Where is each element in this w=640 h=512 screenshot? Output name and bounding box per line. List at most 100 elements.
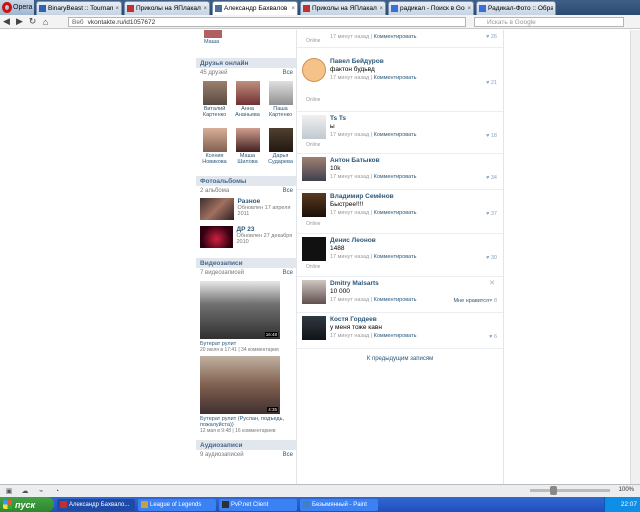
comment-link[interactable]: Комментировать [374,174,417,180]
windows-logo-icon [3,500,12,509]
friend-item[interactable]: Маша Шилова [231,125,264,172]
close-icon[interactable]: × [379,6,383,12]
all-link[interactable]: Все [283,188,293,194]
reload-icon[interactable]: ↻ [26,16,39,28]
tab-binarybeast[interactable]: BinaryBeast :: Tourname... × [36,1,122,15]
like-count[interactable]: ♥ 6 [489,334,497,340]
post-time: 17 минут назад [330,210,370,216]
friend-item[interactable]: Анна Ананьева [231,78,264,125]
home-icon[interactable]: ⌂ [39,16,52,28]
videos-header[interactable]: Видеозаписи [196,258,296,268]
search-input[interactable]: Искать в Google [474,17,624,27]
comment-link[interactable]: Комментировать [374,297,417,303]
all-link[interactable]: Все [283,270,293,276]
turbo-icon[interactable]: ⌁ [36,487,46,495]
post-author[interactable]: Dmitry Malsarts [330,280,499,288]
photo-albums-header[interactable]: Фотоальбомы [196,176,296,186]
tab-title: радикал - Поиск в Google [400,5,465,12]
like-count[interactable]: ♥ 26 [486,34,497,40]
comment-link[interactable]: Комментировать [374,34,417,40]
close-icon[interactable]: × [115,6,119,12]
post-author[interactable]: Костя Гордеев [330,316,499,324]
close-icon[interactable]: × [203,6,207,12]
video-thumbnail[interactable]: 4:35 [200,356,280,414]
all-link[interactable]: Все [283,452,293,458]
avatar[interactable] [302,237,326,261]
zoom-value[interactable]: 100% [619,487,634,493]
post-author[interactable]: Денис Леонов [330,237,499,245]
opera-menu-button[interactable]: Opera [0,0,34,15]
like-count[interactable]: ♥ 8 [489,298,497,304]
video-item[interactable]: 4:35 Бутерат рулит (Руслан, подъедь, пож… [196,356,296,434]
video-item[interactable]: 16:48 Бутерат рулит 20 июля в 17:41 | 34… [196,281,296,353]
comment-link[interactable]: Комментировать [374,75,417,81]
post-author[interactable]: Ts Ts [330,115,499,123]
friend-item[interactable]: Паша Картенко [264,78,297,125]
video-title[interactable]: Бутерат рулит (Руслан, подъедь, пожалуйс… [200,416,296,428]
like-count[interactable]: ♥ 34 [486,175,497,181]
taskbar-item-opera[interactable]: Александр Бахвало... [57,498,135,511]
taskbar-item-paint[interactable]: Безымянный - Paint [300,498,378,511]
friend-item[interactable]: Виталий Картенко [198,78,231,125]
avatar[interactable] [302,58,326,82]
like-count-value: 26 [490,34,497,40]
album-item[interactable]: Разное Обновлен 17 апреля 2011 [196,198,296,224]
panel-toggle-icon[interactable]: ▣ [4,487,14,495]
friend-item[interactable]: Дарья Сударева [264,125,297,172]
avatar[interactable] [302,280,326,304]
post-text: 10k [330,165,341,172]
speed-dial-icon[interactable]: ◔ [52,487,62,495]
avatar[interactable] [302,316,326,340]
post-time: 17 минут назад [330,333,370,339]
page-scrollbar[interactable] [630,30,640,484]
comment-link[interactable]: Комментировать [374,254,417,260]
tab-vkontakte[interactable]: Александр Бахвалов × [212,1,298,15]
online-status: Online [306,97,321,103]
like-count[interactable]: ♥ 18 [486,133,497,139]
previous-posts-link[interactable]: К предыдущим записям [297,356,503,362]
address-url: vkontakte.ru/id1057672 [87,18,156,26]
friend-top[interactable]: Маша [196,30,296,48]
tab-google-search[interactable]: радикал - Поиск в Google × [388,1,474,15]
zoom-slider[interactable] [530,486,610,495]
post-author[interactable]: Владимир Семёнов [330,193,499,201]
video-thumbnail[interactable]: 16:48 [200,281,280,339]
post-author[interactable]: Антон Батыков [330,157,499,165]
league-icon [141,501,148,508]
clock[interactable]: 22:07 [621,501,637,508]
forward-icon[interactable]: ▶ [13,16,26,28]
zoom-knob[interactable] [550,486,557,495]
comment-link[interactable]: Комментировать [374,333,417,339]
post-text: 10 000 [330,288,350,295]
tab-yaplakal-2[interactable]: Приколы на ЯПлакалъ :: × [300,1,386,15]
like-count[interactable]: ♥ 21 [486,80,497,86]
audio-header[interactable]: Аудиозаписи [196,440,296,450]
tab-radikal[interactable]: Радикал-Фото :: Обраб... [476,1,556,15]
albums-subheader: 2 альбома Все [196,186,296,196]
post-author[interactable]: Павел Бейдуров [330,58,499,66]
like-count[interactable]: ♥ 37 [486,211,497,217]
favicon-icon [39,5,46,12]
friends-online-header[interactable]: Друзья онлайн [196,58,296,68]
album-item[interactable]: ДР 23 Обновлен 27 декабря 2010 [196,226,296,252]
close-icon[interactable]: × [291,6,295,12]
avatar[interactable] [302,157,326,181]
tab-yaplakal-1[interactable]: Приколы на ЯПлакалъ × [124,1,210,15]
avatar [235,128,260,152]
friend-item[interactable]: Ксения Новикова [198,125,231,172]
like-count[interactable]: ♥ 30 [486,255,497,261]
avatar[interactable] [302,193,326,217]
taskbar-item-lol[interactable]: League of Legends [138,498,216,511]
all-link[interactable]: Все [283,70,293,76]
comment-link[interactable]: Комментировать [374,210,417,216]
address-bar[interactable]: Веб vkontakte.ru/id1057672 [68,17,466,27]
avatar[interactable] [302,115,326,139]
close-icon[interactable]: ✕ [489,279,495,287]
close-icon[interactable]: × [467,6,471,12]
comment-link[interactable]: Комментировать [374,132,417,138]
unite-icon[interactable]: ☁ [20,487,30,495]
back-icon[interactable]: ◀ [0,16,13,28]
page-content: Маша Друзья онлайн 45 друзей Все Виталий… [0,30,640,484]
start-button[interactable]: пуск [0,497,54,512]
taskbar-item-pvpnet[interactable]: PvP.net Client [219,498,297,511]
